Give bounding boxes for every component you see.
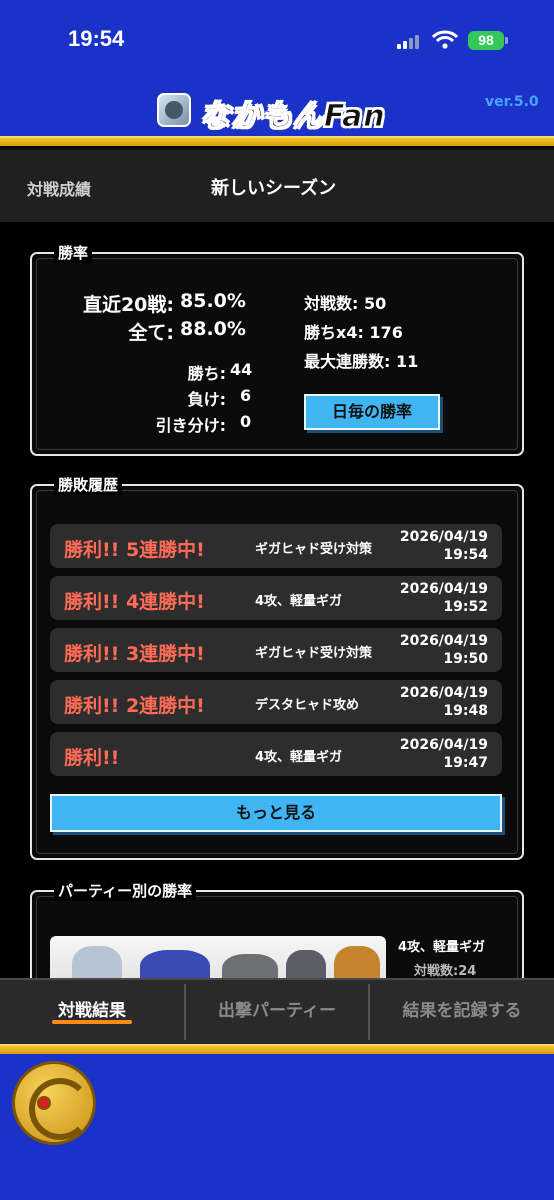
tab-battle-results[interactable]: 対戦結果: [0, 980, 184, 1044]
result-label: 勝利!! 2連勝中!: [64, 695, 205, 717]
header-gold-divider: [0, 136, 554, 146]
wins-label: 勝ち:: [187, 364, 226, 383]
win-rate-panel: 勝率 直近20戦: 85.0% 全て: 88.0% 勝ち: 44 負け: 6 引…: [30, 242, 524, 456]
party-name: 4攻、軽量ギガ: [255, 594, 343, 609]
bottom-tab-bar: 対戦結果 出撃パーティー 結果を記録する: [0, 978, 554, 1044]
max-streak: 最大連勝数: 11: [304, 352, 419, 371]
losses-label: 負け:: [187, 390, 226, 409]
timestamp: 2026/04/19 19:50: [399, 633, 488, 667]
party-name: 4攻、軽量ギガ: [398, 940, 486, 955]
history-row[interactable]: 勝利!! 3連勝中! ギガヒャド受け対策 2026/04/19 19:50: [50, 628, 502, 672]
wins-value: 44: [230, 360, 253, 379]
losses-value: 6: [240, 386, 252, 405]
see-more-button[interactable]: もっと見る: [50, 794, 502, 832]
result-label: 勝利!!: [64, 747, 120, 769]
draws-value: 0: [240, 412, 252, 431]
battery-indicator: 98: [468, 31, 504, 50]
app-title: なかもんFan: [200, 99, 386, 135]
party-name: デスタヒャド攻め: [255, 698, 360, 713]
footer-gold-divider: [0, 1044, 554, 1054]
history-panel: 勝敗履歴 勝利!! 5連勝中! ギガヒャド受け対策 2026/04/19 19:5…: [30, 474, 524, 860]
party-name: 4攻、軽量ギガ: [255, 750, 343, 765]
version-label: ver.5.0: [485, 94, 539, 110]
timestamp: 2026/04/19 19:54: [399, 529, 488, 563]
result-label: 勝利!! 3連勝中!: [64, 643, 205, 665]
wins-x4: 勝ちx4: 176: [304, 323, 403, 342]
status-time: 19:54: [68, 26, 125, 51]
history-row[interactable]: 勝利!! 4連勝中! 4攻、軽量ギガ 2026/04/19 19:52: [50, 576, 502, 620]
party-battle-count: 対戦数:24: [414, 964, 477, 979]
history-row[interactable]: 勝利!! 4攻、軽量ギガ 2026/04/19 19:47: [50, 732, 502, 776]
timestamp: 2026/04/19 19:52: [399, 581, 488, 615]
menu-emblem-button[interactable]: [12, 1061, 96, 1145]
cellular-signal-icon: [397, 33, 423, 49]
battle-count: 対戦数: 50: [304, 294, 387, 313]
battle-record-label: 対戦成績: [27, 180, 92, 199]
active-tab-indicator: [52, 1020, 132, 1024]
daily-win-rate-button[interactable]: 日毎の勝率: [304, 394, 440, 430]
season-selector[interactable]: 新しいシーズン: [211, 174, 336, 200]
party-name: ギガヒャド受け対策: [255, 542, 373, 557]
all-value: 88.0%: [180, 318, 246, 340]
result-label: 勝利!! 4連勝中!: [64, 591, 205, 613]
tab-record-result[interactable]: 結果を記録する: [370, 980, 554, 1044]
history-title: 勝敗履歴: [54, 474, 123, 495]
timestamp: 2026/04/19 19:48: [399, 685, 488, 719]
result-label: 勝利!! 5連勝中!: [64, 539, 205, 561]
win-rate-title: 勝率: [54, 242, 93, 263]
party-stats-title: パーティー別の勝率: [54, 880, 197, 901]
history-row[interactable]: 勝利!! 5連勝中! ギガヒャド受け対策 2026/04/19 19:54: [50, 524, 502, 568]
battery-tip: [505, 37, 508, 44]
party-name: ギガヒャド受け対策: [255, 646, 373, 661]
recent20-label: 直近20戦:: [82, 294, 174, 316]
timestamp: 2026/04/19 19:47: [399, 737, 488, 771]
tab-sortie-party[interactable]: 出撃パーティー: [186, 980, 368, 1044]
wifi-icon: [432, 30, 458, 49]
recent20-value: 85.0%: [180, 290, 246, 312]
all-label: 全て:: [128, 322, 174, 344]
history-row[interactable]: 勝利!! 2連勝中! デスタヒャド攻め 2026/04/19 19:48: [50, 680, 502, 724]
app-logo-icon: [157, 93, 191, 127]
draws-label: 引き分け:: [155, 416, 226, 435]
